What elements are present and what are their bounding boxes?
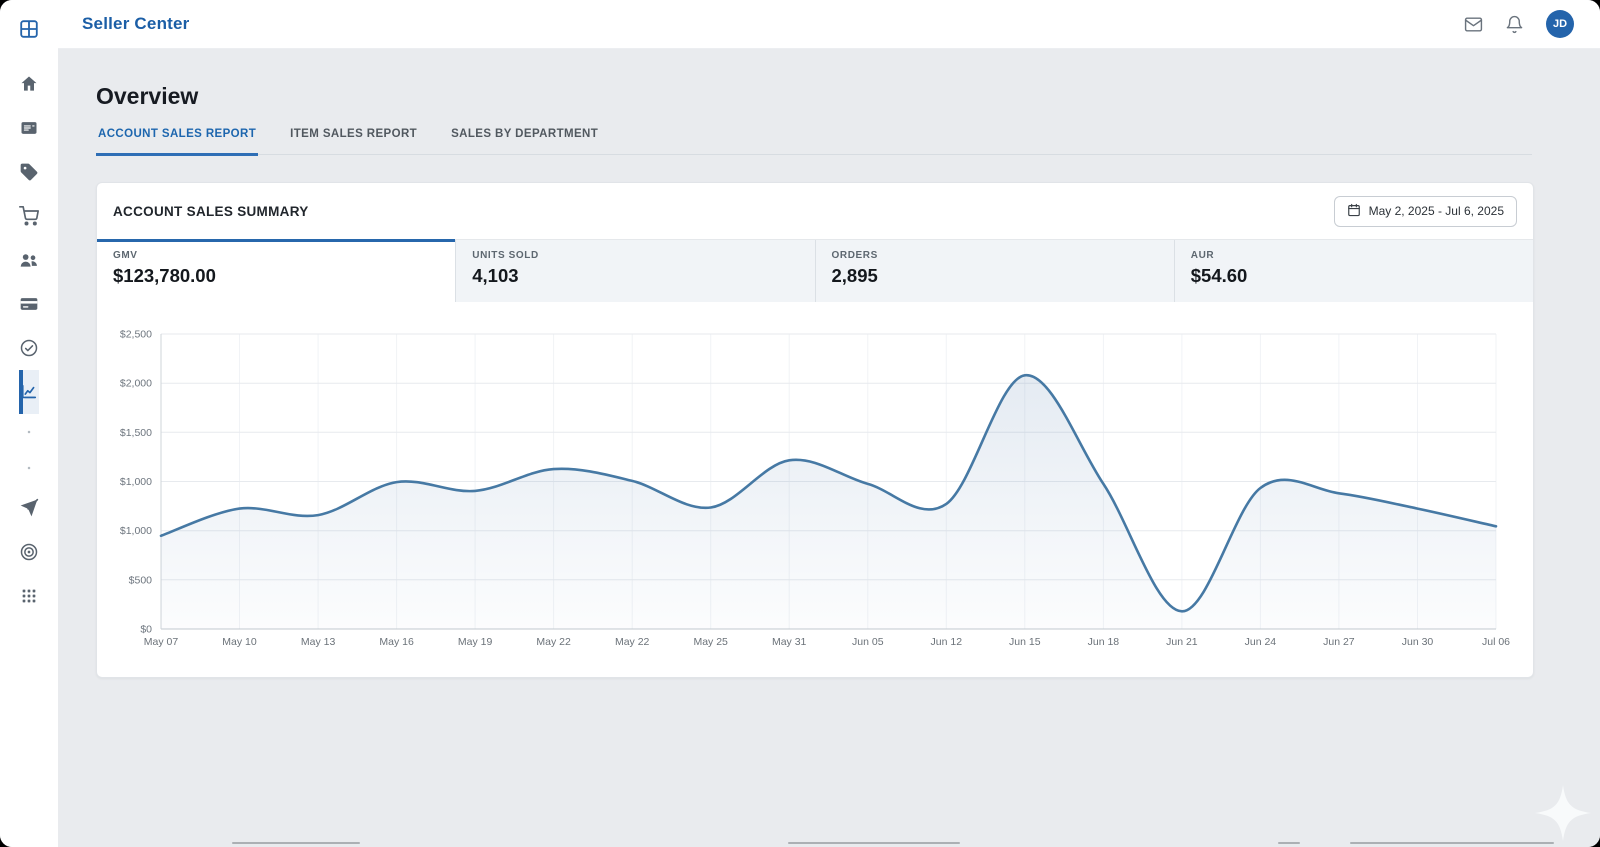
- stats-row: GMV $123,780.00 UNITS SOLD 4,103 ORDERS 2,895…: [97, 239, 1533, 302]
- stat-label: UNITS SOLD: [472, 250, 798, 261]
- calendar-icon: [1347, 203, 1361, 220]
- sidebar-item-home[interactable]: [19, 62, 39, 106]
- chart-icon: [19, 382, 39, 402]
- tag-icon: [19, 162, 39, 182]
- svg-text:May 19: May 19: [458, 636, 493, 648]
- app-logo[interactable]: [0, 0, 58, 62]
- svg-text:Jun 24: Jun 24: [1245, 636, 1277, 648]
- sidebar-item-dot-9[interactable]: [19, 450, 39, 486]
- date-range-picker[interactable]: May 2, 2025 - Jul 6, 2025: [1334, 196, 1517, 227]
- svg-text:Jul 06: Jul 06: [1482, 636, 1510, 648]
- svg-text:Jun 18: Jun 18: [1088, 636, 1120, 648]
- sidebar-item-rocket[interactable]: [19, 486, 39, 530]
- sidebar-item-credit-card[interactable]: [19, 282, 39, 326]
- sidebar-item-chart[interactable]: [19, 370, 39, 414]
- sidebar-item-form[interactable]: [19, 106, 39, 150]
- svg-text:May 13: May 13: [301, 636, 336, 648]
- svg-text:May 07: May 07: [144, 636, 179, 648]
- svg-text:May 31: May 31: [772, 636, 807, 648]
- dot-icon: [19, 422, 39, 442]
- main-content: Overview ACCOUNT SALES REPORT ITEM SALES …: [58, 48, 1600, 847]
- sidebar-item-users[interactable]: [19, 238, 39, 282]
- sidebar-item-check-circle[interactable]: [19, 326, 39, 370]
- bottom-edge-artifact: [232, 842, 360, 844]
- avatar[interactable]: JD: [1546, 10, 1574, 38]
- report-tabs: ACCOUNT SALES REPORT ITEM SALES REPORT SAL…: [96, 128, 1532, 155]
- bottom-edge-artifact: [1278, 842, 1300, 844]
- tab-sales-by-department[interactable]: SALES BY DEPARTMENT: [449, 128, 600, 156]
- svg-text:$0: $0: [140, 624, 152, 636]
- sidebar-item-apps[interactable]: [19, 574, 39, 618]
- rocket-icon: [19, 498, 39, 518]
- svg-text:May 25: May 25: [693, 636, 728, 648]
- stat-aur[interactable]: AUR $54.60: [1174, 240, 1533, 302]
- stat-value: $123,780.00: [113, 265, 439, 287]
- cart-icon: [19, 206, 39, 226]
- home-icon: [19, 74, 39, 94]
- stat-label: GMV: [113, 250, 439, 261]
- tab-item-sales-report[interactable]: ITEM SALES REPORT: [288, 128, 419, 156]
- sidebar: [0, 0, 58, 847]
- svg-text:May 22: May 22: [615, 636, 650, 648]
- svg-text:Jun 30: Jun 30: [1402, 636, 1434, 648]
- users-icon: [19, 250, 39, 270]
- stat-value: 2,895: [832, 265, 1158, 287]
- stat-units-sold[interactable]: UNITS SOLD 4,103: [455, 240, 814, 302]
- sidebar-item-dot-8[interactable]: [19, 414, 39, 450]
- dot-icon: [19, 458, 39, 478]
- svg-text:Jun 15: Jun 15: [1009, 636, 1041, 648]
- svg-text:$500: $500: [129, 574, 153, 586]
- sparkle-decoration: [1535, 785, 1591, 841]
- sidebar-item-tag[interactable]: [19, 150, 39, 194]
- svg-text:May 16: May 16: [379, 636, 414, 648]
- bottom-edge-artifact: [1350, 842, 1554, 844]
- apps-icon: [19, 586, 39, 606]
- stat-orders[interactable]: ORDERS 2,895: [815, 240, 1174, 302]
- svg-text:May 10: May 10: [222, 636, 257, 648]
- svg-text:$2,000: $2,000: [120, 378, 152, 390]
- app-window: Seller Center JD Overview ACCOUNT SALES …: [0, 0, 1600, 847]
- target-icon: [19, 542, 39, 562]
- svg-text:$1,000: $1,000: [120, 525, 152, 537]
- svg-text:May 22: May 22: [536, 636, 571, 648]
- card-title: ACCOUNT SALES SUMMARY: [113, 204, 309, 219]
- credit-card-icon: [19, 294, 39, 314]
- card-header: ACCOUNT SALES SUMMARY May 2, 2025 - Jul …: [97, 183, 1533, 239]
- stat-gmv[interactable]: GMV $123,780.00: [97, 240, 455, 302]
- sidebar-item-target[interactable]: [19, 530, 39, 574]
- tab-account-sales-report[interactable]: ACCOUNT SALES REPORT: [96, 128, 258, 156]
- stat-label: AUR: [1191, 250, 1517, 261]
- svg-text:Jun 21: Jun 21: [1166, 636, 1198, 648]
- svg-text:$2,500: $2,500: [120, 329, 152, 341]
- svg-text:Jun 12: Jun 12: [931, 636, 963, 648]
- bottom-edge-artifact: [788, 842, 960, 844]
- svg-text:Jun 27: Jun 27: [1323, 636, 1355, 648]
- app-title: Seller Center: [82, 14, 189, 34]
- form-icon: [19, 118, 39, 138]
- svg-text:$1,000: $1,000: [120, 476, 152, 488]
- stat-label: ORDERS: [832, 250, 1158, 261]
- gmv-trend-chart: $2,500$2,000$1,500$1,000$1,000$500$0May …: [97, 311, 1533, 663]
- bell-icon[interactable]: [1505, 15, 1524, 34]
- check-circle-icon: [19, 338, 39, 358]
- top-bar: Seller Center JD: [58, 0, 1600, 49]
- svg-text:$1,500: $1,500: [120, 427, 152, 439]
- page-title: Overview: [96, 83, 198, 110]
- account-sales-summary-card: ACCOUNT SALES SUMMARY May 2, 2025 - Jul …: [96, 182, 1534, 678]
- stat-value: $54.60: [1191, 265, 1517, 287]
- grid-logo-icon: [18, 18, 40, 45]
- svg-text:Jun 05: Jun 05: [852, 636, 884, 648]
- date-range-label: May 2, 2025 - Jul 6, 2025: [1369, 204, 1504, 218]
- sidebar-item-cart[interactable]: [19, 194, 39, 238]
- mail-icon[interactable]: [1464, 15, 1483, 34]
- top-bar-actions: JD: [1464, 10, 1574, 38]
- stat-value: 4,103: [472, 265, 798, 287]
